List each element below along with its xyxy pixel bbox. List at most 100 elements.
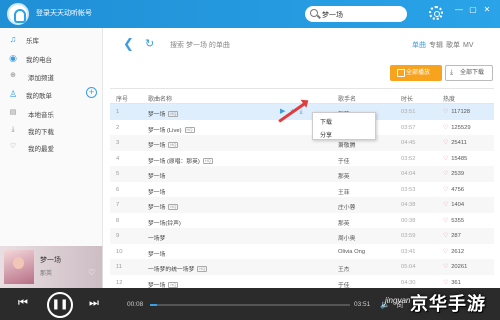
favorite-heart-icon[interactable]: ♡ — [88, 268, 95, 277]
heart-icon[interactable]: ♡ — [443, 202, 448, 208]
album-cover[interactable] — [4, 250, 34, 284]
previous-track-icon[interactable]: ⏮ — [18, 297, 28, 310]
song-name[interactable]: 梦一场(铃声) — [148, 218, 181, 227]
table-row[interactable]: 2梦一场 (Live)HQ那英03:57♡125529 — [110, 120, 494, 136]
context-menu-download[interactable]: 下载 — [320, 117, 332, 126]
song-name[interactable]: 梦一场 — [148, 187, 165, 196]
heart-icon[interactable]: ♡ — [443, 280, 448, 286]
song-title[interactable]: 梦一场(铃声) — [148, 221, 181, 227]
song-name[interactable]: 梦一场 HQ — [148, 202, 179, 211]
popularity: ♡ 2612 — [443, 249, 464, 255]
tab-mv[interactable]: MV — [463, 42, 474, 49]
add-playlist-button[interactable]: + — [86, 87, 97, 98]
progress-track[interactable] — [150, 304, 350, 306]
song-title[interactable]: 一场梦的统一场梦 — [148, 267, 194, 273]
sidebar-item-favorites[interactable]: ♡ 我的最爱 — [0, 139, 103, 155]
song-title[interactable]: 一场梦 — [148, 236, 165, 242]
heart-icon[interactable]: ♡ — [443, 233, 448, 239]
sidebar-item-my-downloads[interactable]: ⤓ 我的下载 — [0, 122, 103, 138]
heart-icon[interactable]: ♡ — [443, 264, 448, 270]
table-row[interactable]: 5 梦一场 那英 04:04 ♡ 2539 — [110, 166, 494, 182]
sidebar-item-library[interactable]: ♫ 乐库 — [0, 31, 103, 47]
song-name[interactable]: 一场梦的统一场梦 HQ — [148, 264, 208, 273]
header-duration[interactable]: 时长 — [401, 94, 413, 103]
download-all-button[interactable]: 全部下载 — [445, 65, 493, 81]
sidebar-item-local-music[interactable]: ▤ 本地音乐 — [0, 105, 103, 121]
singer-name[interactable]: 萧敬腾 — [338, 140, 355, 149]
back-arrow-icon[interactable]: ❮ — [123, 36, 134, 52]
tab-playlists[interactable]: 歌单 — [446, 42, 460, 49]
song-title[interactable]: 梦一场 — [148, 205, 165, 211]
play-all-button[interactable]: 全部播放 — [390, 65, 442, 81]
header-popularity[interactable]: 热度 — [443, 94, 455, 103]
pause-button[interactable]: ❚❚ — [47, 292, 73, 318]
search-query[interactable]: 梦一场 — [322, 10, 343, 20]
song-title[interactable]: 梦一场 (Live) — [148, 128, 182, 134]
breadcrumb: 搜索 梦一场 的单曲 — [170, 42, 230, 49]
song-name[interactable]: 梦一场 (Live) HQ — [148, 125, 195, 134]
heart-icon[interactable]: ♡ — [443, 171, 448, 177]
song-title[interactable]: 梦一场 — [148, 143, 165, 149]
header-song-name[interactable]: 歌曲名称 — [148, 94, 172, 103]
now-playing-card[interactable]: 梦一场 那英 ♡ — [0, 246, 103, 288]
table-row[interactable]: 7 梦一场 HQ 庄小蓉 04:38 ♡ 1404 — [110, 197, 494, 213]
popularity-count: 15485 — [451, 155, 468, 162]
table-row[interactable]: 6 梦一场 王菲 03:53 ♡ 4756 — [110, 182, 494, 198]
song-name[interactable]: 一场梦 — [148, 233, 165, 242]
table-row[interactable]: 9 一场梦 周小奥 03:59 ♡ 287 — [110, 228, 494, 244]
singer-name[interactable]: 那英 — [338, 218, 350, 227]
popularity-count: 2539 — [451, 171, 465, 177]
close-button[interactable]: ✕ — [480, 5, 494, 14]
table-row[interactable]: 8 梦一场(铃声) 那英 00:38 ♡ 5355 — [110, 213, 494, 229]
heart-icon[interactable]: ♡ — [443, 249, 448, 255]
heart-icon[interactable]: ♡ — [443, 109, 448, 115]
song-name[interactable]: 梦一场 HQ — [148, 109, 179, 118]
settings-gear-icon[interactable] — [429, 6, 443, 20]
minimize-button[interactable]: — — [452, 5, 466, 14]
next-track-icon[interactable]: ⏭ — [89, 297, 99, 310]
login-link[interactable]: 登录天天动听帐号 — [36, 8, 92, 18]
song-name[interactable]: 梦一场 HQ — [148, 140, 179, 149]
table-row[interactable]: 4 梦一场 (原唱：那英) HQ 于佳 03:52 ♡ 15485 — [110, 151, 494, 167]
table-row[interactable]: 3 梦一场 HQ 萧敬腾 04:45 ♡ 25411 — [110, 135, 494, 151]
singer-name[interactable]: 王杰 — [338, 264, 350, 273]
context-menu-share[interactable]: 分享 — [320, 130, 332, 139]
singer-name[interactable]: 王菲 — [338, 187, 350, 196]
heart-icon[interactable]: ♡ — [443, 156, 448, 162]
singer-name[interactable]: Olivia Ong — [338, 249, 365, 255]
singer-name[interactable]: 庄小蓉 — [338, 202, 355, 211]
heart-icon[interactable]: ♡ — [443, 218, 448, 224]
play-icon[interactable]: ▶ — [280, 108, 285, 115]
sidebar-item-add-channel[interactable]: ⊕ 添加频道 — [0, 68, 103, 84]
popularity: ♡ 5355 — [443, 218, 464, 224]
heart-icon[interactable]: ♡ — [443, 187, 448, 193]
header-singer[interactable]: 歌手名 — [338, 94, 356, 103]
download-icon[interactable]: ⤓ — [299, 108, 302, 115]
song-title[interactable]: 梦一场 — [148, 174, 165, 180]
refresh-icon[interactable]: ↻ — [145, 37, 154, 50]
tab-albums[interactable]: 专辑 — [429, 42, 443, 49]
header-index[interactable]: 序号 — [116, 94, 128, 103]
search-input[interactable]: 梦一场 — [305, 6, 407, 22]
singer-name[interactable]: 那英 — [338, 171, 350, 180]
search-icon[interactable] — [310, 9, 318, 17]
heart-icon[interactable]: ♡ — [443, 125, 448, 131]
singer-name[interactable]: 于佳 — [338, 156, 350, 165]
user-avatar-icon[interactable] — [7, 3, 29, 25]
maximize-button[interactable]: ▢ — [466, 5, 480, 14]
table-row[interactable]: 10 梦一场 Olivia Ong 03:41 ♡ 2612 — [110, 244, 494, 260]
sidebar-item-my-playlists[interactable]: ♙ 我的歌单 + — [0, 86, 103, 102]
singer-name[interactable]: 周小奥 — [338, 233, 355, 242]
song-title[interactable]: 梦一场 — [148, 112, 165, 118]
sidebar-item-my-radio[interactable]: ◉ 我的电台 — [0, 50, 103, 66]
song-name[interactable]: 梦一场 — [148, 171, 165, 180]
heart-icon[interactable]: ♡ — [443, 140, 448, 146]
song-name[interactable]: 梦一场 — [148, 249, 165, 258]
song-title[interactable]: 梦一场 — [148, 252, 165, 258]
song-title[interactable]: 梦一场 (原唱：那英) — [148, 159, 200, 165]
tab-singles[interactable]: 单曲 — [412, 42, 426, 49]
song-title[interactable]: 梦一场 — [148, 190, 165, 196]
table-row[interactable]: 11 一场梦的统一场梦 HQ 王杰 05:04 ♡ 20261 — [110, 259, 494, 275]
duration: 03:59 — [401, 233, 416, 239]
song-name[interactable]: 梦一场 (原唱：那英) HQ — [148, 156, 213, 165]
